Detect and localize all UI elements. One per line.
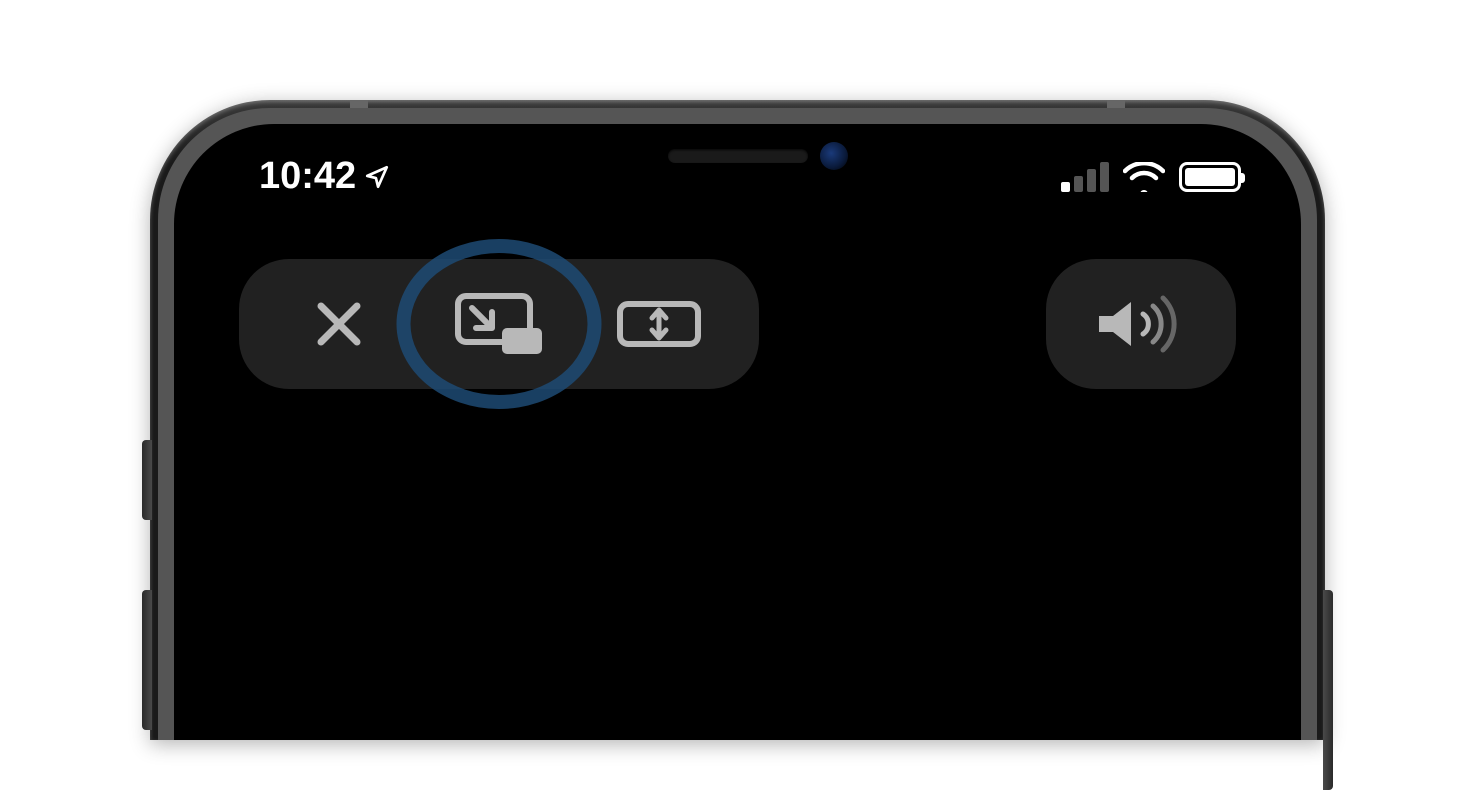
location-icon	[364, 164, 390, 190]
close-button[interactable]	[259, 259, 419, 389]
aspect-ratio-button[interactable]	[579, 259, 739, 389]
battery-icon	[1179, 162, 1241, 192]
front-camera	[820, 142, 848, 170]
player-controls-right	[1046, 259, 1236, 389]
status-time: 10:42	[259, 155, 356, 198]
notch	[498, 124, 978, 188]
video-controls	[174, 204, 1301, 389]
phone-frame: 10:42	[150, 100, 1325, 740]
status-right	[1061, 162, 1241, 192]
player-controls-left	[239, 259, 759, 389]
antenna-band	[350, 100, 368, 108]
side-button-mute	[142, 440, 152, 520]
volume-button[interactable]	[1046, 259, 1236, 389]
antenna-band	[1107, 100, 1125, 108]
wifi-icon	[1123, 162, 1165, 192]
cellular-signal-icon	[1061, 162, 1109, 192]
pip-button[interactable]	[419, 259, 579, 389]
speaker-grille	[668, 149, 808, 163]
side-button-power	[1323, 590, 1333, 790]
status-left: 10:42	[259, 155, 390, 198]
screen: 10:42	[174, 124, 1301, 740]
side-button-volume-up	[142, 590, 152, 730]
